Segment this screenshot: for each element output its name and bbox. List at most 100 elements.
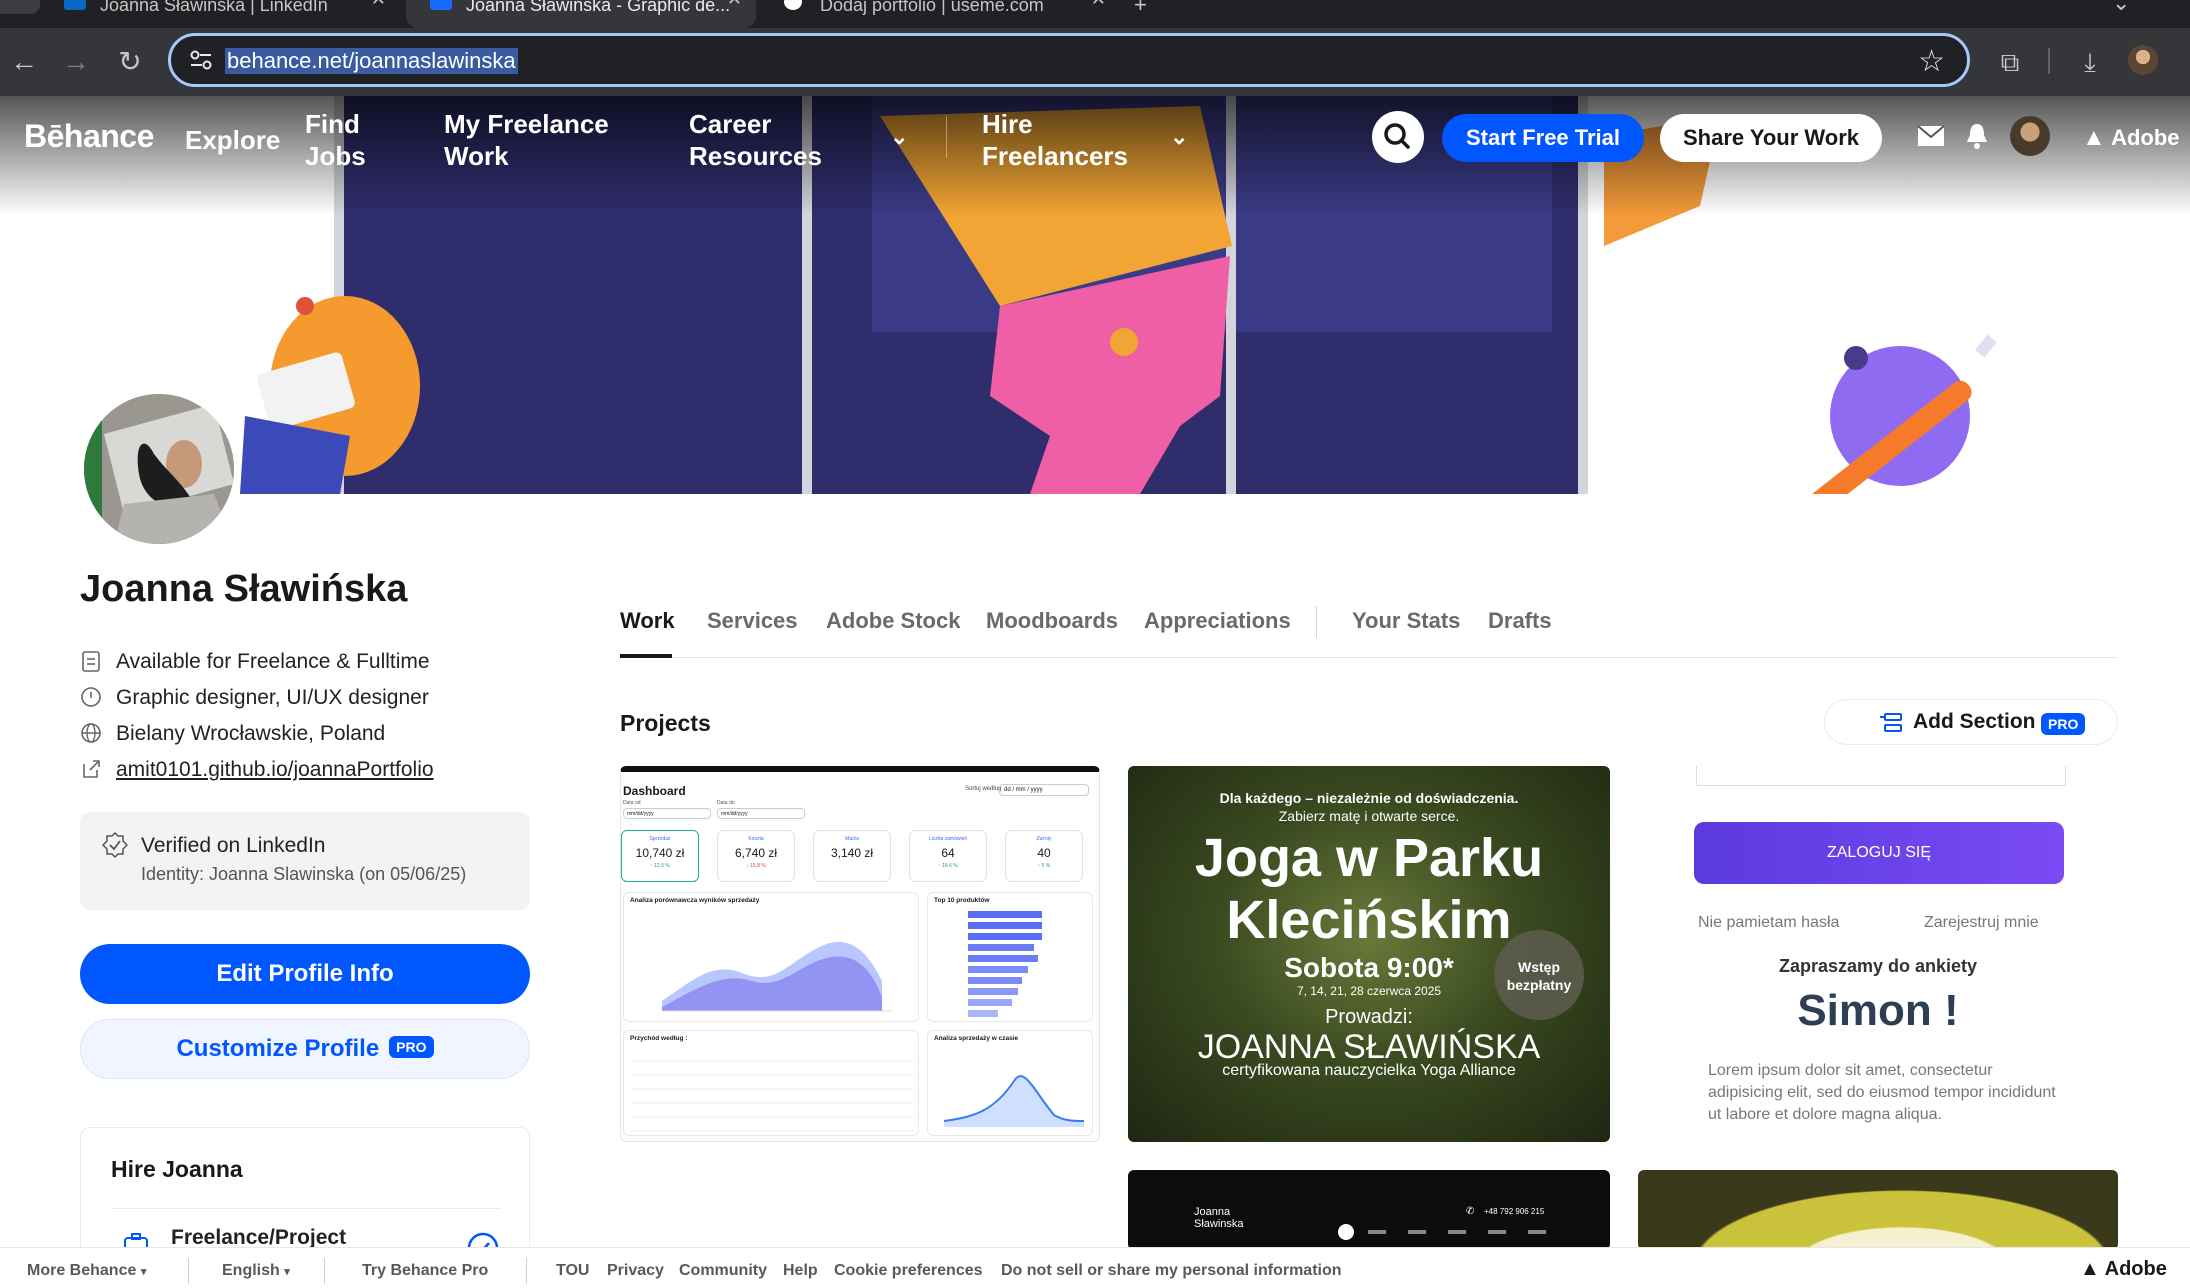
browser-tab-useme[interactable]: Dodaj portfolio | useme.com ✕ [760,0,1120,28]
edit-profile-button[interactable]: Edit Profile Info [80,944,530,1004]
add-section-button[interactable]: Add Section PRO [1824,699,2118,745]
yoga-badge-line1: Wstęp [1518,959,1560,975]
reload-icon[interactable]: ↻ [110,42,150,82]
footer-privacy[interactable]: Privacy [607,1262,664,1280]
chevron-down-icon[interactable]: ⌄ [890,124,908,150]
footer-tou[interactable]: TOU [556,1262,589,1280]
hire-title: Hire Joanna [111,1156,243,1182]
project-card-dark[interactable]: Joanna Sławinska ✆ +48 792 906 215 [1128,1170,1610,1250]
tab-services[interactable]: Services [707,608,798,634]
footer-community[interactable]: Community [679,1262,767,1280]
tab-overflow-button[interactable] [0,0,40,14]
tab-your-stats[interactable]: Your Stats [1352,608,1460,634]
search-button[interactable] [1372,111,1424,163]
new-tab-icon[interactable]: + [1134,0,1147,18]
download-icon[interactable]: ⤓ [2072,44,2108,80]
footer-adobe-link[interactable]: ▲ Adobe [2080,1258,2167,1281]
forward-arrow-icon[interactable]: → [56,42,96,82]
chevron-down-icon[interactable]: ⌄ [1170,124,1188,150]
survey-name: Simon ! [1797,986,1959,1035]
browser-tab-linkedin[interactable]: Joanna Sławińska | LinkedIn ✕ [40,0,400,28]
star-icon[interactable]: ☆ [1918,44,1945,79]
nav-freelance-line1: My Freelance [444,109,609,139]
start-free-trial-button[interactable]: Start Free Trial [1442,114,1644,162]
footer-separator [188,1258,189,1284]
footer-more-behance[interactable]: More Behance ▾ [27,1262,146,1280]
tab-adobe-stock[interactable]: Adobe Stock [826,608,960,634]
address-bar[interactable]: behance.net/joannaslawinska ☆ [168,33,1970,87]
close-tab-icon[interactable]: ✕ [1091,0,1106,8]
tab-title: Joanna Sławińska - Graphic de... [466,0,731,15]
caret-down-icon: ▾ [284,1266,290,1278]
customize-profile-button[interactable]: Customize Profile PRO [80,1019,530,1079]
kpi-value: 40 [1037,846,1051,860]
nav-my-freelance-work[interactable]: My Freelance Work [444,108,609,172]
active-tab-indicator [620,654,672,658]
kpi-delta: ↑ 5 % [1037,863,1051,869]
kpi-delta: ↑ 16.6 % [938,863,958,869]
project-card-yoga[interactable]: Dla każdego – niezależnie od doświadczen… [1128,766,1610,1142]
back-arrow-icon[interactable]: ← [4,42,44,82]
nav-career-resources[interactable]: Career Resources [689,108,822,172]
tab-work[interactable]: Work [620,608,675,634]
lorem-text: Lorem ipsum dolor sit amet, consectetur … [1708,1062,2056,1123]
browser-tab-behance[interactable]: Joanna Sławińska - Graphic de... ✕ [406,0,756,28]
occupation-text: Graphic designer, UI/UX designer [116,686,429,709]
footer-help[interactable]: Help [783,1262,818,1280]
forgot-password-text: Nie pamietam hasła [1698,914,1840,931]
nav-find-jobs-line1: Find [305,109,360,139]
project-card-yellow[interactable] [1638,1170,2118,1250]
tab-moodboards[interactable]: Moodboards [986,608,1118,634]
kpi-card: Liczba zamówień 64 ↑ 16.6 % [909,830,987,882]
search-icon [1384,123,1410,149]
behance-logo[interactable]: Bēhance [24,118,154,155]
close-tab-icon[interactable]: ✕ [727,0,742,8]
footer-try-pro[interactable]: Try Behance Pro [362,1262,488,1280]
area-chart-graphic [662,941,892,1012]
share-your-work-button[interactable]: Share Your Work [1660,114,1882,162]
dashboard-sort-value: dd / mm / yyyy [1004,787,1043,793]
kpi-value: 3,140 zł [830,846,874,860]
website-row[interactable]: amit0101.github.io/joannaPortfolio [80,758,434,782]
user-avatar[interactable] [2010,116,2050,156]
yoga-host-label: Prowadzi: [1325,1006,1413,1028]
kpi-label: Marża [845,836,859,842]
footer-language[interactable]: English ▾ [222,1262,290,1280]
website-link[interactable]: amit0101.github.io/joannaPortfolio [116,758,434,781]
url-text[interactable]: behance.net/joannaslawinska [225,48,518,74]
tab-appreciations[interactable]: Appreciations [1144,608,1291,634]
external-link-icon [83,760,100,778]
login-input-field [1696,766,2066,786]
verified-title: Verified on LinkedIn [141,834,326,857]
dark-card-menu [1368,1230,1548,1234]
nav-find-jobs-line2: Jobs [305,141,366,171]
nav-hire-freelancers[interactable]: Hire Freelancers [982,108,1128,172]
mail-icon[interactable] [1917,125,1945,147]
nav-divider [946,116,947,158]
nav-find-jobs[interactable]: Find Jobs [305,108,366,172]
minimize-window-icon[interactable]: ⌄ [2112,0,2130,16]
dashboard-date-to: mm/dd/yyyy [717,808,805,819]
browser-profile-avatar[interactable] [2128,45,2158,75]
project-card-login[interactable]: ZALOGUJ SIĘ Nie pamietam hasła Zarejestr… [1638,766,2118,1142]
close-tab-icon[interactable]: ✕ [371,0,386,8]
project-card-dashboard[interactable]: Dashboard Sortuj według dd / mm / yyyy D… [620,766,1100,1142]
clipboard-icon [82,651,100,672]
availability-text: Available for Freelance & Fulltime [116,650,430,673]
nav-explore[interactable]: Explore [185,124,280,156]
briefcase-icon [81,687,101,707]
dark-card-phone: +48 792 906 215 [1484,1207,1545,1216]
bell-icon[interactable] [1965,122,1989,150]
site-settings-icon[interactable] [189,49,213,71]
kpi-delta: ↑ 12.5 % [650,863,670,869]
profile-avatar[interactable] [80,390,238,548]
footer-do-not-sell[interactable]: Do not sell or share my personal informa… [1001,1262,1342,1280]
kpi-card: Sprzedaż 10,740 zł ↑ 12.5 % [621,830,699,882]
footer-adobe-label: Adobe [2104,1258,2167,1280]
adobe-label: Adobe [2111,125,2180,150]
tab-drafts[interactable]: Drafts [1488,608,1552,634]
kpi-label: Zwroty [1036,836,1052,842]
adobe-link[interactable]: ▲ Adobe [2082,124,2180,152]
footer-cookie-preferences[interactable]: Cookie preferences [834,1262,983,1280]
extensions-icon[interactable]: ⧉ [1992,44,2028,80]
